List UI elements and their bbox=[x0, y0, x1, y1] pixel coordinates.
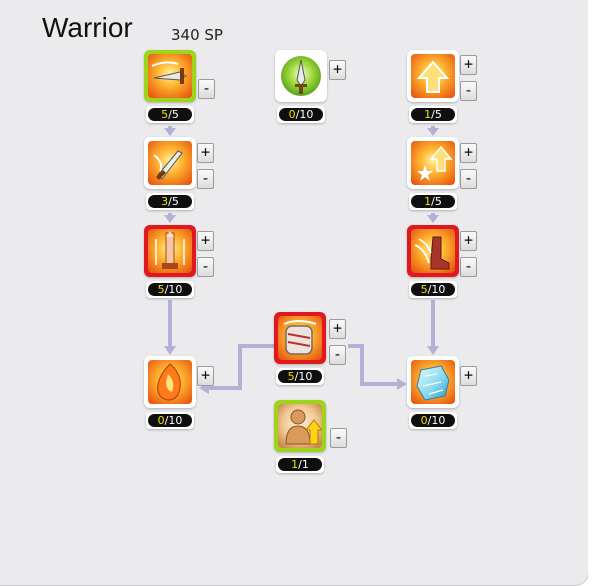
skill-decrease-button[interactable]: - bbox=[460, 81, 477, 101]
skill-level-max: 5 bbox=[171, 195, 179, 208]
figure-arrow-up-icon bbox=[278, 404, 322, 448]
star-arrow-icon bbox=[411, 141, 455, 185]
skill-frame[interactable] bbox=[144, 50, 196, 102]
skill-increase-button[interactable]: + bbox=[197, 231, 214, 251]
skill-slot-figure-arrow-up[interactable]: 1/1 bbox=[274, 400, 326, 476]
skill-level-current: 5 bbox=[161, 108, 169, 121]
skill-slot-boot-kick[interactable]: 5/10 bbox=[407, 225, 459, 301]
skill-level-current: 1 bbox=[424, 195, 432, 208]
connector-arrow bbox=[427, 346, 439, 355]
ice-crystal-icon bbox=[411, 360, 455, 404]
skill-frame[interactable] bbox=[275, 50, 327, 102]
skill-level-counter: 5/10 bbox=[409, 281, 457, 298]
skill-level-counter: 5/10 bbox=[276, 368, 324, 385]
skill-frame[interactable] bbox=[144, 356, 196, 408]
skill-decrease-button[interactable]: - bbox=[197, 257, 214, 277]
boot-kick-icon bbox=[411, 229, 455, 273]
skill-slot-ice-crystal[interactable]: 0/10 bbox=[407, 356, 459, 432]
skill-level-current: 5 bbox=[157, 283, 165, 296]
skill-decrease-button[interactable]: - bbox=[197, 169, 214, 189]
skill-level-counter: 1/5 bbox=[409, 106, 457, 123]
skill-slot-sword-green-aura[interactable]: 0/10 bbox=[275, 50, 327, 126]
skill-decrease-button[interactable]: - bbox=[198, 79, 215, 99]
skill-slot-bandaged-fist[interactable]: 5/10 bbox=[274, 312, 326, 388]
skill-level-counter: 0/10 bbox=[277, 106, 325, 123]
skill-decrease-button[interactable]: - bbox=[460, 169, 477, 189]
skill-increase-button[interactable]: + bbox=[329, 60, 346, 80]
connector-arrow bbox=[427, 128, 439, 136]
skill-slot-sword-pillar[interactable]: 5/10 bbox=[144, 225, 196, 301]
skill-frame[interactable] bbox=[407, 225, 459, 277]
skill-level-current: 3 bbox=[161, 195, 169, 208]
skill-increase-button[interactable]: + bbox=[197, 366, 214, 386]
connector-arrow bbox=[397, 378, 407, 390]
connector-arrow bbox=[427, 215, 439, 223]
skill-level-current: 0 bbox=[288, 108, 296, 121]
bandaged-fist-icon bbox=[278, 316, 322, 360]
skill-level-max: 10 bbox=[168, 283, 183, 296]
connector-arrow bbox=[164, 346, 176, 355]
skill-level-counter: 1/5 bbox=[409, 193, 457, 210]
skill-frame[interactable] bbox=[274, 400, 326, 452]
skill-level-counter: 5/10 bbox=[146, 281, 194, 298]
sword-green-aura-icon bbox=[279, 54, 323, 98]
skill-slot-fire-crystal[interactable]: 0/10 bbox=[144, 356, 196, 432]
skill-level-counter: 1/1 bbox=[276, 456, 324, 473]
skill-level-max: 5 bbox=[171, 108, 179, 121]
skill-level-current: 1 bbox=[424, 108, 432, 121]
skill-slot-star-arrow[interactable]: 1/5 bbox=[407, 137, 459, 213]
connector-arrow bbox=[164, 215, 176, 223]
sword-strike-icon bbox=[148, 141, 192, 185]
skill-slot-up-arrow[interactable]: 1/5 bbox=[407, 50, 459, 126]
skill-frame[interactable] bbox=[407, 137, 459, 189]
skill-level-current: 0 bbox=[157, 414, 165, 427]
skill-level-counter: 0/10 bbox=[409, 412, 457, 429]
skill-frame[interactable] bbox=[274, 312, 326, 364]
up-arrow-icon bbox=[411, 54, 455, 98]
skill-slot-sword-slash[interactable]: 5/5 bbox=[144, 50, 196, 126]
skill-increase-button[interactable]: + bbox=[329, 319, 346, 339]
skill-decrease-button[interactable]: - bbox=[460, 257, 477, 277]
connector-arrow bbox=[164, 128, 176, 136]
skill-level-max: 10 bbox=[168, 414, 183, 427]
skill-level-current: 5 bbox=[287, 370, 295, 383]
fire-crystal-icon bbox=[148, 360, 192, 404]
skill-level-counter: 3/5 bbox=[146, 193, 194, 210]
skill-decrease-button[interactable]: - bbox=[330, 428, 347, 448]
skill-level-counter: 0/10 bbox=[146, 412, 194, 429]
skill-frame[interactable] bbox=[144, 225, 196, 277]
skill-increase-button[interactable]: + bbox=[460, 366, 477, 386]
skill-frame[interactable] bbox=[407, 50, 459, 102]
sword-pillar-icon bbox=[148, 229, 192, 273]
skill-level-current: 1 bbox=[291, 458, 299, 471]
skill-frame[interactable] bbox=[407, 356, 459, 408]
skill-slot-sword-strike[interactable]: 3/5 bbox=[144, 137, 196, 213]
connector-line bbox=[348, 344, 398, 386]
skill-level-max: 10 bbox=[431, 414, 446, 427]
skill-level-max: 1 bbox=[301, 458, 309, 471]
skill-level-max: 5 bbox=[434, 108, 442, 121]
connector-line bbox=[208, 344, 274, 390]
skill-level-current: 5 bbox=[420, 283, 428, 296]
skill-level-max: 10 bbox=[431, 283, 446, 296]
skill-level-counter: 5/5 bbox=[146, 106, 194, 123]
skill-increase-button[interactable]: + bbox=[197, 143, 214, 163]
skill-frame[interactable] bbox=[144, 137, 196, 189]
skill-increase-button[interactable]: + bbox=[460, 231, 477, 251]
skill-level-max: 10 bbox=[299, 108, 314, 121]
sword-slash-icon bbox=[148, 54, 192, 98]
skill-level-max: 5 bbox=[434, 195, 442, 208]
skill-increase-button[interactable]: + bbox=[460, 143, 477, 163]
skill-increase-button[interactable]: + bbox=[460, 55, 477, 75]
skill-decrease-button[interactable]: - bbox=[329, 345, 346, 365]
skill-level-current: 0 bbox=[420, 414, 428, 427]
skill-level-max: 10 bbox=[298, 370, 313, 383]
